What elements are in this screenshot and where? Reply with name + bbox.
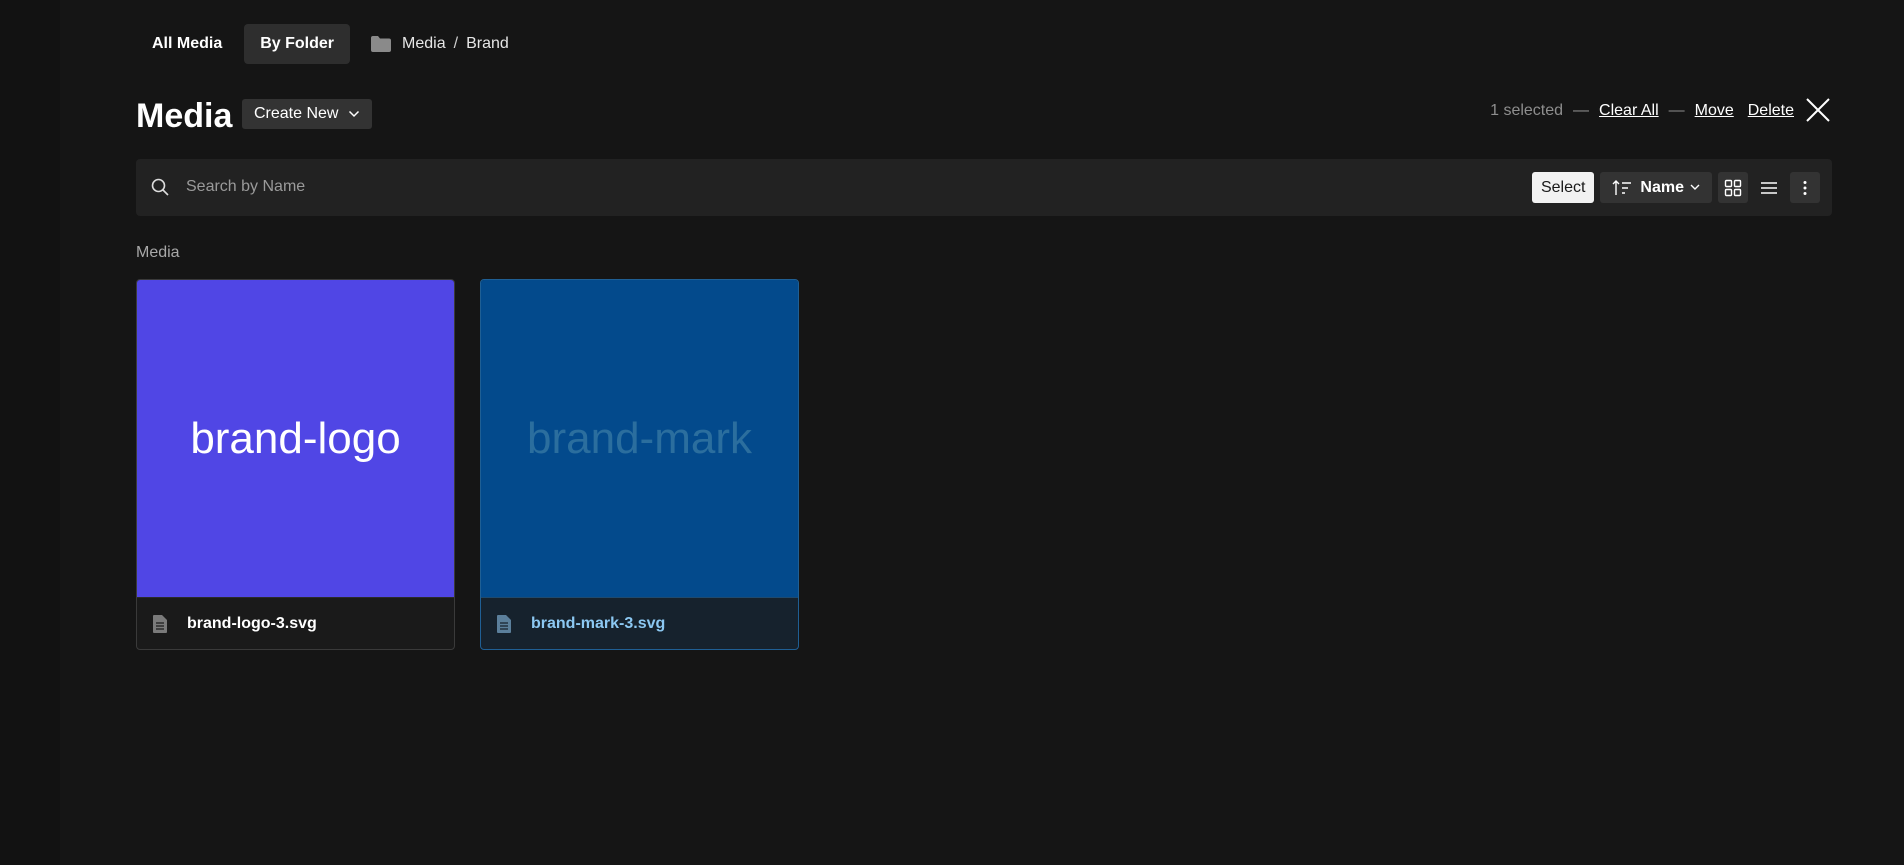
media-filename: brand-logo-3.svg (187, 614, 317, 632)
tab-by-folder[interactable]: By Folder (244, 24, 351, 64)
sort-label: Name (1640, 178, 1684, 196)
grid-view-icon (1724, 179, 1742, 196)
selected-count: 1 selected (1490, 102, 1564, 119)
folder-icon (371, 36, 392, 52)
section-label: Media (136, 244, 180, 261)
media-thumbnail: brand-logo (137, 280, 454, 597)
move-link[interactable]: Move (1695, 102, 1734, 120)
toolbar: Select Name (136, 159, 1832, 216)
separator-dash: — (1573, 102, 1590, 119)
search-input[interactable] (186, 171, 1086, 203)
breadcrumb: Media / Brand (370, 35, 509, 53)
file-icon (153, 614, 167, 633)
media-grid: brand-logo brand-logo-3.svg brand-mark b… (136, 279, 799, 650)
close-icon[interactable] (1804, 96, 1832, 124)
toolbar-controls: Select Name (1531, 172, 1820, 203)
header: Media Create New 1 selected — Clear All … (136, 96, 1832, 136)
media-filename: brand-mark-3.svg (531, 614, 666, 632)
sort-button[interactable]: Name (1600, 172, 1712, 203)
select-button[interactable]: Select (1531, 172, 1595, 203)
list-view-icon (1761, 181, 1777, 194)
media-drawer: All Media By Folder Media / Brand Media … (136, 0, 1832, 865)
search-icon (151, 178, 169, 196)
media-library-page: All Media By Folder Media / Brand Media … (0, 0, 1904, 865)
clear-all-link[interactable]: Clear All (1599, 102, 1659, 120)
grid-view-button[interactable] (1718, 172, 1748, 203)
media-card[interactable]: brand-mark brand-mark-3.svg (480, 279, 799, 650)
breadcrumb-separator: / (453, 35, 459, 52)
sort-icon (1612, 179, 1632, 195)
thumbnail-text: brand-mark (527, 413, 752, 463)
left-sidebar (0, 0, 60, 865)
media-card[interactable]: brand-logo brand-logo-3.svg (136, 279, 455, 650)
chevron-down-icon (1690, 184, 1700, 190)
file-icon (497, 614, 511, 633)
top-nav: All Media By Folder Media / Brand (136, 24, 509, 64)
media-thumbnail: brand-mark (481, 280, 798, 597)
delete-link[interactable]: Delete (1748, 102, 1794, 120)
breadcrumb-brand[interactable]: Brand (466, 35, 509, 53)
selection-bar: 1 selected — Clear All — Move Delete (1490, 102, 1794, 120)
page-title: Media (136, 97, 233, 135)
list-view-button[interactable] (1754, 172, 1784, 203)
breadcrumb-media[interactable]: Media (402, 35, 446, 53)
more-vertical-icon (1803, 180, 1807, 195)
chevron-down-icon (349, 110, 360, 118)
thumbnail-text: brand-logo (190, 413, 401, 463)
create-new-label: Create New (254, 105, 339, 122)
media-card-footer: brand-mark-3.svg (481, 597, 798, 649)
tab-all-media[interactable]: All Media (136, 24, 238, 64)
separator-dash: — (1668, 102, 1685, 119)
create-new-button[interactable]: Create New (242, 99, 373, 129)
more-options-button[interactable] (1790, 172, 1820, 203)
media-card-footer: brand-logo-3.svg (137, 597, 454, 649)
